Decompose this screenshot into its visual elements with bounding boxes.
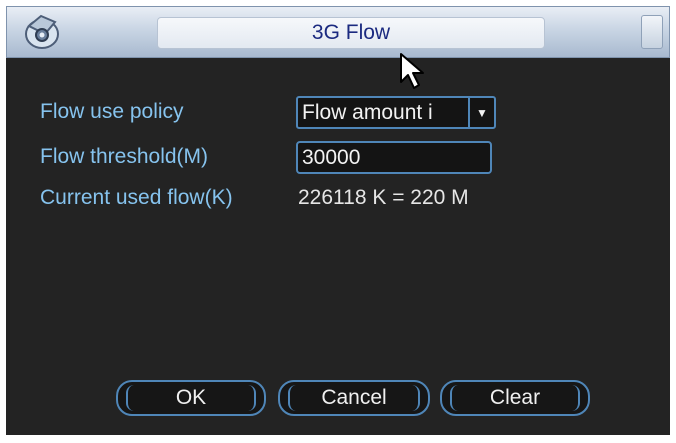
window-title: 3G Flow [157,17,545,49]
current-used-flow-label: Current used flow(K) [40,186,233,209]
dialog-window: 3G Flow Flow use policy Flow amount i ▼ … [0,0,676,443]
flow-threshold-label: Flow threshold(M) [40,145,209,168]
ok-button-label: OK [126,385,256,411]
current-used-flow-value: 226118 K = 220 M [298,186,469,209]
clear-button-label: Clear [450,385,580,411]
close-button[interactable] [641,15,663,49]
flow-use-policy-select[interactable]: Flow amount i ▼ [296,96,496,129]
mouse-cursor-icon [400,53,424,89]
flow-use-policy-label: Flow use policy [40,100,184,123]
camera-app-icon [25,14,59,49]
chevron-down-icon[interactable]: ▼ [468,98,494,127]
flow-use-policy-value: Flow amount i [302,100,433,124]
cancel-button[interactable]: Cancel [278,380,430,416]
settings-panel: Flow use policy Flow amount i ▼ Flow thr… [6,58,670,435]
ok-button[interactable]: OK [116,380,266,416]
cancel-button-label: Cancel [288,385,420,411]
flow-threshold-input[interactable]: 30000 [296,141,492,174]
title-bar: 3G Flow [6,6,670,58]
clear-button[interactable]: Clear [440,380,590,416]
